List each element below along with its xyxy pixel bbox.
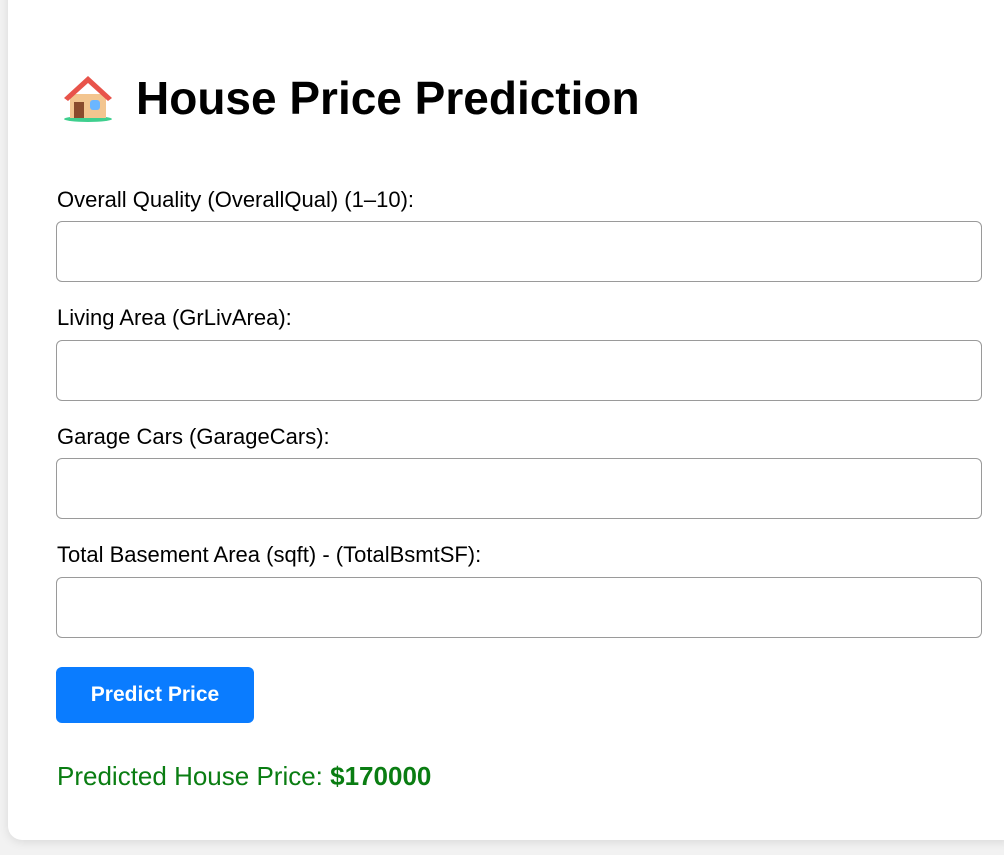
prediction-result: Predicted House Price: $170000	[57, 760, 431, 792]
predict-price-button[interactable]: Predict Price	[56, 667, 254, 723]
result-label: Predicted House Price:	[57, 761, 331, 791]
garage-cars-input[interactable]	[56, 458, 982, 519]
living-area-input[interactable]	[56, 340, 982, 401]
living-area-label: Living Area (GrLivArea):	[57, 305, 292, 330]
basement-area-label: Total Basement Area (sqft) - (TotalBsmtS…	[57, 542, 482, 567]
overall-quality-label: Overall Quality (OverallQual) (1–10):	[57, 187, 415, 212]
garage-cars-label: Garage Cars (GarageCars):	[57, 424, 330, 449]
page-title: House Price Prediction	[136, 72, 640, 124]
overall-quality-input[interactable]	[56, 221, 982, 282]
result-value: $170000	[330, 761, 432, 791]
basement-area-input[interactable]	[56, 577, 982, 638]
page-header: House Price Prediction	[62, 70, 640, 126]
house-icon	[64, 76, 112, 122]
